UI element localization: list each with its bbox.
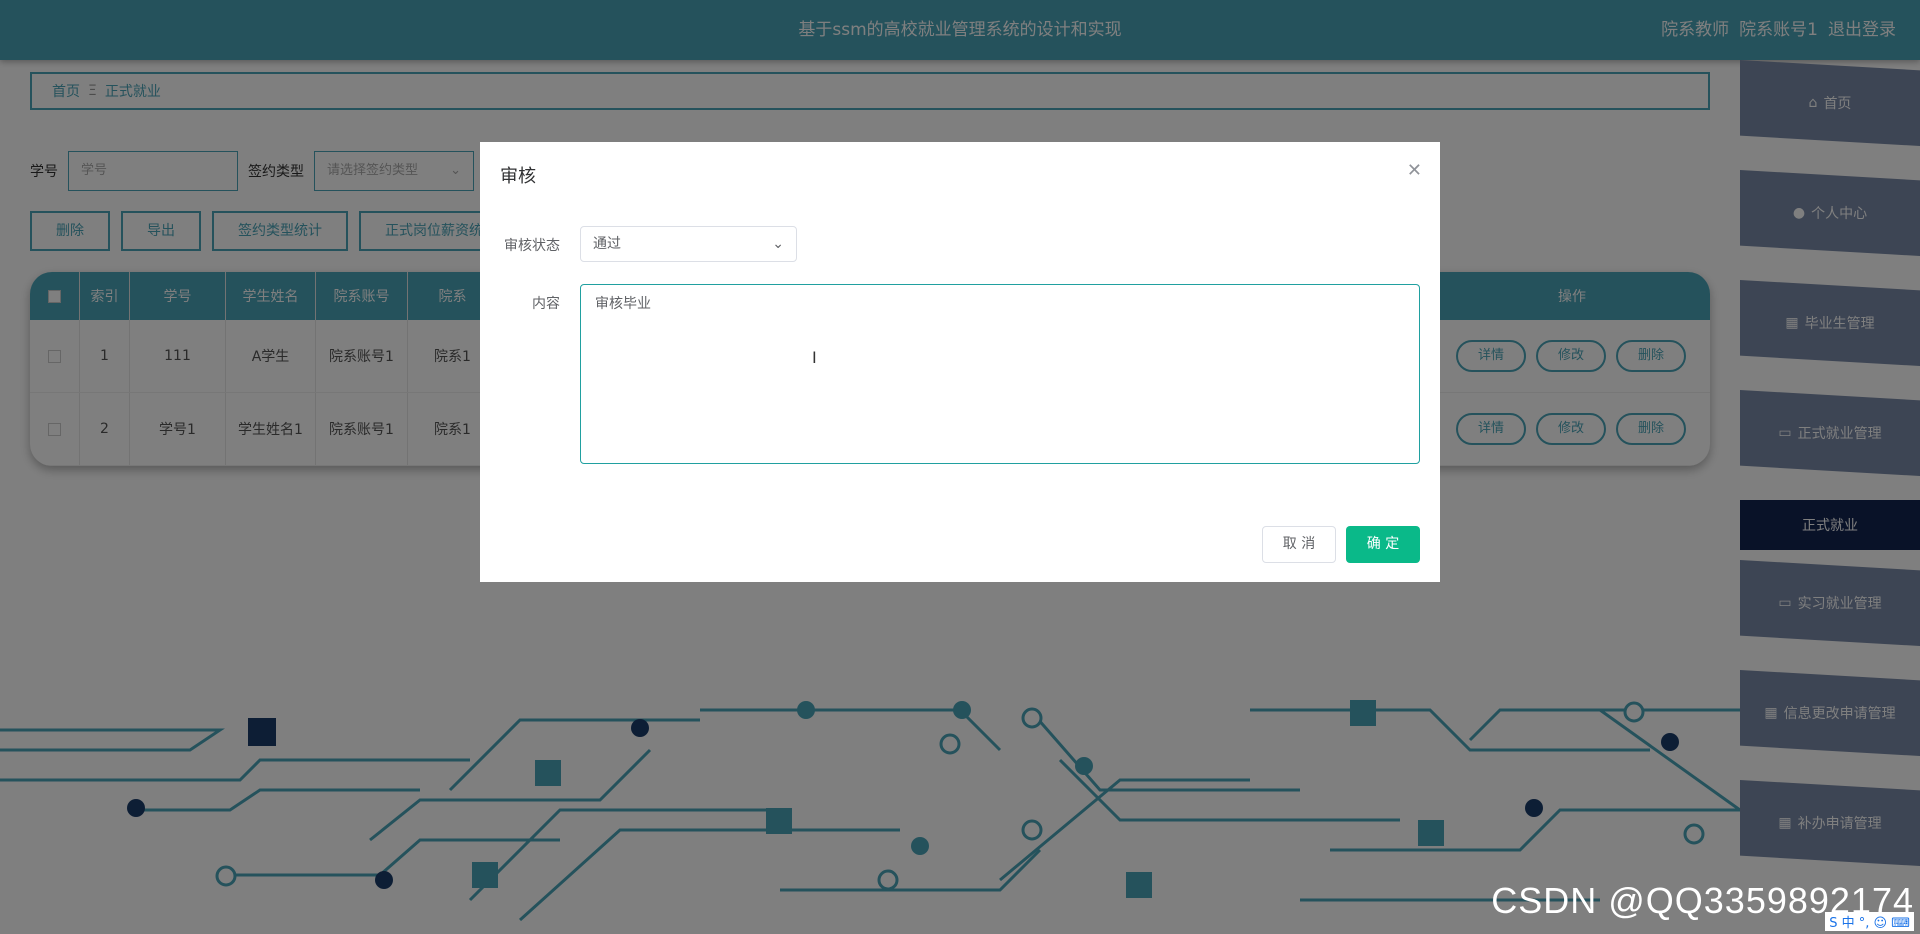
close-icon[interactable]: ✕ xyxy=(1407,160,1422,181)
dialog-title: 审核 xyxy=(500,166,536,187)
content-label: 内容 xyxy=(532,296,560,312)
app-root: 基于ssm的高校就业管理系统的设计和实现 院系教师 院系账号1 退出登录 首页 … xyxy=(0,0,1920,934)
cancel-button[interactable]: 取 消 xyxy=(1262,526,1336,563)
ime-toolbar[interactable]: S 中 °, ☺ ⌨ xyxy=(1825,912,1914,931)
review-dialog: 审核 ✕ 审核状态 通过 ⌄ 内容 审核毕业 I 取 消 确 定 xyxy=(480,142,1440,582)
status-label: 审核状态 xyxy=(504,238,560,254)
text-cursor-icon: I xyxy=(812,348,817,367)
confirm-button[interactable]: 确 定 xyxy=(1346,526,1420,563)
status-value: 通过 xyxy=(593,236,621,252)
content-textarea[interactable]: 审核毕业 xyxy=(580,284,1420,464)
status-select[interactable]: 通过 ⌄ xyxy=(580,226,797,262)
chevron-down-icon: ⌄ xyxy=(772,236,784,252)
